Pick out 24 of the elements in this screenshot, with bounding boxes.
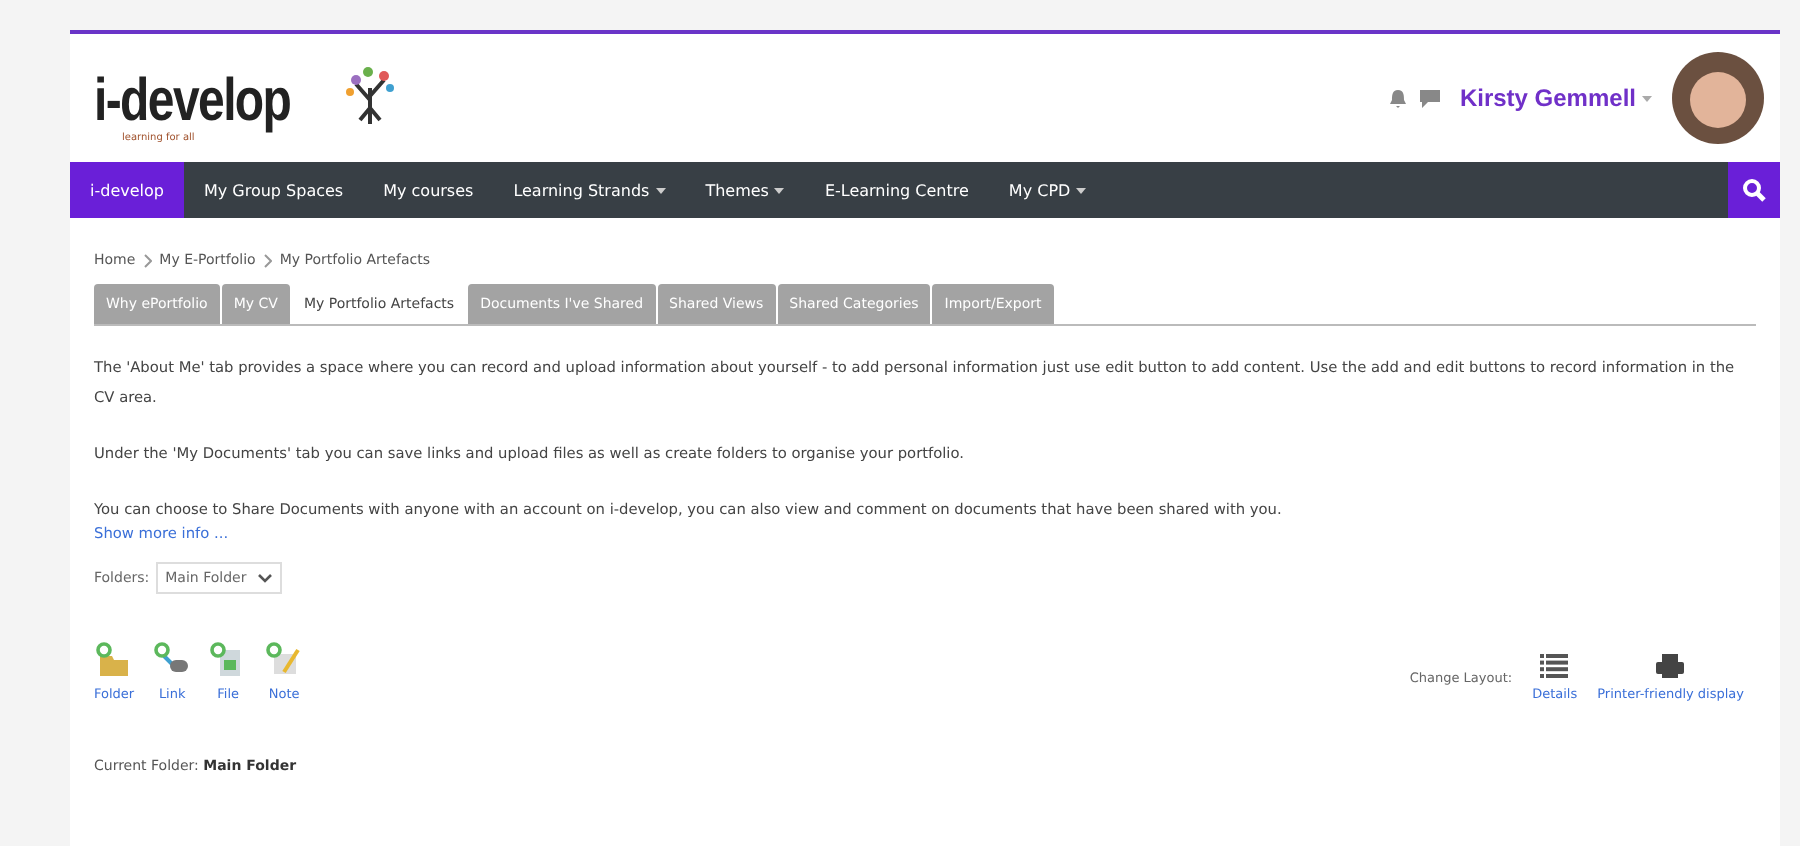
chevron-icon	[263, 253, 272, 267]
search-icon	[1742, 178, 1766, 202]
note-add-icon[interactable]	[266, 642, 303, 678]
list-icon[interactable]	[1540, 654, 1569, 678]
nav-item[interactable]: Learning Strands	[493, 162, 686, 218]
nav-item[interactable]: E-Learning Centre	[804, 162, 989, 218]
chevron-icon	[143, 253, 152, 267]
folder-add-icon[interactable]	[96, 642, 133, 678]
avatar	[1672, 52, 1764, 144]
bell-icon	[1387, 88, 1408, 108]
nav-item[interactable]: Themes	[685, 162, 805, 218]
user-menu[interactable]: Kirsty Gemmell	[1459, 84, 1652, 112]
printer-icon[interactable]	[1656, 654, 1685, 678]
chevron-down-icon	[258, 573, 273, 583]
nav-item[interactable]: i-develop	[70, 162, 184, 218]
nav-item[interactable]: My CPD	[988, 162, 1107, 218]
nav-item[interactable]: My Group Spaces	[183, 162, 364, 218]
caret-icon	[1642, 95, 1652, 101]
tree-icon	[343, 64, 396, 124]
nav-item[interactable]: My courses	[363, 162, 494, 218]
link-add-icon[interactable]	[154, 642, 191, 678]
search-button[interactable]	[1728, 162, 1780, 218]
chat-icon	[1419, 89, 1440, 107]
logo-text: i-develop	[94, 72, 291, 132]
